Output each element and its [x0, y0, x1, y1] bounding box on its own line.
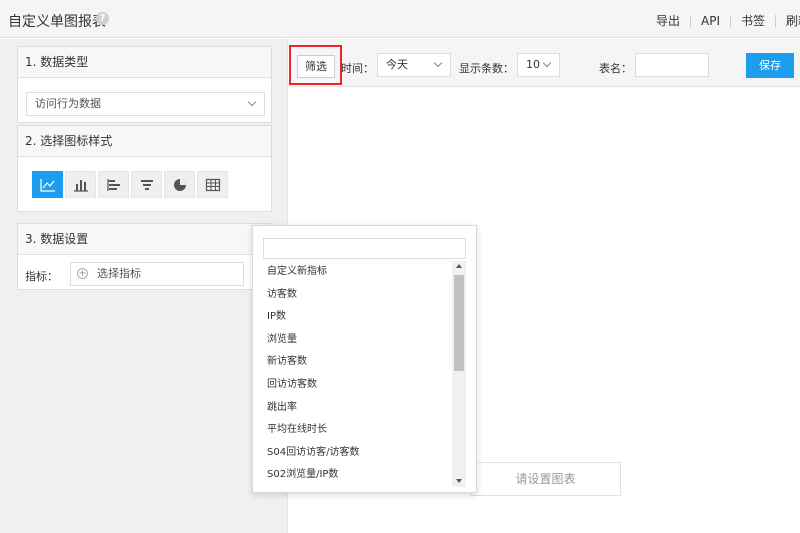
list-item[interactable]: 回访访客数: [253, 374, 463, 397]
horizontal-bar-chart-button[interactable]: [98, 171, 129, 198]
metric-select-input[interactable]: + 选择指标: [70, 262, 244, 286]
data-type-value: 访问行为数据: [35, 97, 101, 110]
scroll-up-icon[interactable]: [456, 264, 462, 268]
bookmark-link[interactable]: 书签: [731, 12, 775, 29]
rows-label: 显示条数：: [459, 62, 514, 75]
table-icon: [205, 178, 220, 191]
list-item[interactable]: 新访客数: [253, 351, 463, 374]
time-value: 今天: [386, 58, 408, 71]
table-name-input[interactable]: [635, 53, 709, 77]
header-actions: 导出 API 书签 刷新: [646, 12, 800, 29]
panel-chart-style: 2. 选择图标样式: [17, 125, 272, 212]
plus-icon: +: [77, 268, 88, 279]
refresh-link[interactable]: 刷新: [776, 12, 800, 29]
save-button[interactable]: 保存: [746, 53, 794, 78]
time-select[interactable]: 今天: [377, 53, 451, 77]
panel-data-settings: 3. 数据设置 指标： + 选择指标: [17, 223, 272, 290]
scroll-down-icon[interactable]: [456, 479, 462, 483]
table-name-label: 表名：: [599, 62, 632, 75]
list-item[interactable]: IP数: [253, 306, 463, 329]
pie-chart-icon: [173, 178, 186, 191]
panel-heading: 1. 数据类型: [18, 47, 271, 78]
bar-chart-button[interactable]: [65, 171, 96, 198]
dropdown-search-input[interactable]: [263, 238, 466, 259]
chevron-down-icon: [433, 58, 443, 68]
bar-chart-icon: [73, 179, 88, 192]
list-item[interactable]: 浏览量: [253, 329, 463, 352]
list-item[interactable]: 平均在线时长: [253, 419, 463, 442]
rows-select[interactable]: 10: [517, 53, 560, 77]
sidebar: 1. 数据类型 访问行为数据 2. 选择图标样式 3. 数据设置 指标： + 选…: [0, 39, 288, 533]
rows-value: 10: [526, 58, 540, 71]
funnel-chart-button[interactable]: [131, 171, 162, 198]
line-chart-button[interactable]: [32, 171, 63, 198]
metric-placeholder: 选择指标: [97, 267, 141, 280]
panel-data-type: 1. 数据类型 访问行为数据: [17, 46, 272, 123]
set-chart-button[interactable]: 请设置图表: [470, 462, 621, 496]
page-title: 自定义单图报表: [8, 14, 106, 30]
top-bar: 自定义单图报表 ? 导出 API 书签 刷新: [0, 0, 800, 38]
metric-dropdown: 自定义新指标 访客数 IP数 浏览量 新访客数 回访访客数 跳出率 平均在线时长…: [252, 225, 477, 493]
list-item[interactable]: S04回访访客/访客数: [253, 442, 463, 465]
list-item[interactable]: 自定义新指标: [253, 261, 463, 284]
chevron-down-icon: [247, 97, 257, 107]
question-icon[interactable]: ?: [96, 12, 109, 25]
scroll-thumb[interactable]: [454, 275, 464, 371]
list-item[interactable]: 跳出率: [253, 397, 463, 420]
export-link[interactable]: 导出: [646, 12, 690, 29]
chevron-down-icon: [542, 58, 552, 68]
funnel-chart-icon: [140, 179, 153, 190]
api-link[interactable]: API: [691, 14, 730, 28]
list-item[interactable]: 访客数: [253, 284, 463, 307]
metric-label: 指标：: [25, 270, 58, 283]
metric-list: 自定义新指标 访客数 IP数 浏览量 新访客数 回访访客数 跳出率 平均在线时长…: [253, 261, 463, 487]
list-item[interactable]: S02浏览量/IP数: [253, 464, 463, 487]
dropdown-scrollbar[interactable]: [452, 261, 466, 487]
line-chart-icon: [39, 178, 55, 192]
report-toolbar: 筛选 时间： 今天 显示条数： 10 表名： 保存: [289, 39, 800, 87]
data-type-select[interactable]: 访问行为数据: [26, 92, 265, 116]
panel-heading: 2. 选择图标样式: [18, 126, 271, 157]
time-label: 时间：: [341, 62, 374, 75]
pie-chart-button[interactable]: [164, 171, 195, 198]
panel-heading: 3. 数据设置: [18, 224, 271, 255]
table-button[interactable]: [197, 171, 228, 198]
chart-type-group: [32, 171, 228, 198]
filter-button[interactable]: 筛选: [297, 55, 335, 78]
horizontal-bar-chart-icon: [106, 178, 120, 191]
